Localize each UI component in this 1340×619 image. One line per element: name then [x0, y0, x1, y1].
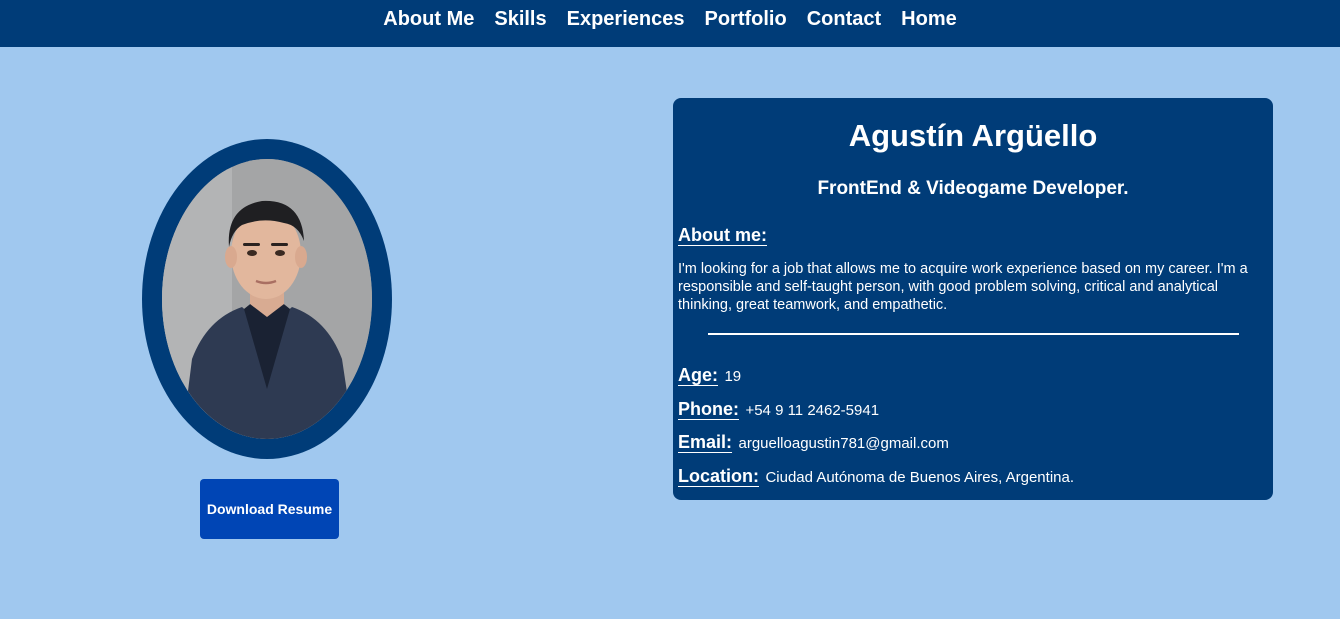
email-value: arguelloagustin781@gmail.com: [738, 435, 949, 452]
phone-value: +54 9 11 2462-5941: [745, 402, 880, 419]
nav-link-experiences[interactable]: Experiences: [567, 8, 685, 31]
nav-link-about-me[interactable]: About Me: [383, 8, 474, 31]
age-label: Age:: [678, 365, 718, 385]
nav-link-contact[interactable]: Contact: [807, 8, 881, 31]
section-divider: [708, 333, 1239, 335]
phone-label: Phone:: [678, 399, 739, 419]
profile-card: Agustín Argüello FrontEnd & Videogame De…: [673, 98, 1273, 500]
top-navbar: About Me Skills Experiences Portfolio Co…: [0, 0, 1340, 47]
age-value: 19: [724, 368, 742, 385]
profile-photo-icon: [162, 159, 372, 439]
info-row-location: Location: Ciudad Autónoma de Buenos Aire…: [678, 466, 1074, 487]
info-row-email: Email: arguelloagustin781@gmail.com: [678, 432, 949, 453]
nav-link-home[interactable]: Home: [901, 8, 957, 31]
nav-link-portfolio[interactable]: Portfolio: [704, 8, 786, 31]
about-me-text: I'm looking for a job that allows me to …: [678, 261, 1248, 313]
location-value: Ciudad Autónoma de Buenos Aires, Argenti…: [765, 469, 1075, 486]
profile-photo: [162, 159, 372, 439]
location-label: Location:: [678, 466, 759, 486]
nav-link-skills[interactable]: Skills: [494, 8, 546, 31]
info-row-phone: Phone: +54 9 11 2462-5941: [678, 399, 879, 420]
info-row-age: Age: 19: [678, 365, 741, 386]
email-label: Email:: [678, 432, 733, 452]
profile-role: FrontEnd & Videogame Developer.: [817, 178, 1129, 199]
profile-name: Agustín Argüello: [848, 118, 1098, 153]
download-resume-button[interactable]: Download Resume: [200, 479, 339, 539]
about-me-label: About me:: [678, 225, 767, 245]
profile-photo-frame: [142, 139, 392, 459]
